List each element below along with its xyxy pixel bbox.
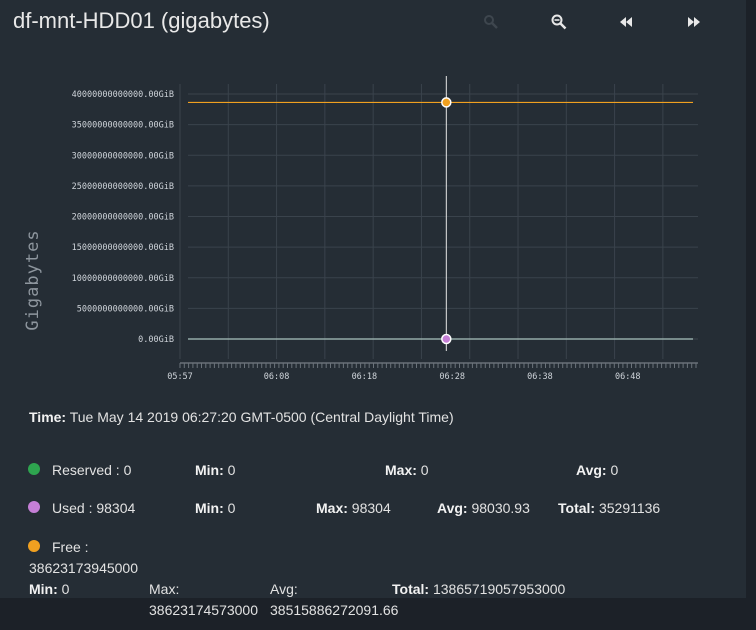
reserved-max-label: Max:: [385, 462, 417, 478]
y-tick-label: 40000000000000.00GiB: [72, 90, 174, 100]
reserved-legend-dot: [28, 463, 40, 475]
reserved-legend-name[interactable]: Reserved : 0: [52, 462, 131, 478]
y-tick-label: 10000000000000.00GiB: [72, 274, 174, 284]
reserved-avg-label: Avg:: [576, 462, 607, 478]
free-total: Total: 13865719057953000: [392, 581, 565, 597]
x-tick-label: 06:38: [527, 372, 553, 382]
free-max-value: 38623174573000: [149, 602, 259, 618]
free-legend-name[interactable]: Free :: [52, 539, 89, 555]
free-min: Min: 0: [29, 581, 69, 597]
y-tick-label: 30000000000000.00GiB: [72, 151, 174, 161]
free-total-value: 13865719057953000: [432, 581, 566, 597]
zoom-in-icon: [484, 15, 498, 29]
free-max-label: Max:: [149, 581, 180, 597]
x-tick-label: 05:57: [167, 372, 193, 382]
free-legend-dot: [28, 540, 40, 552]
used-max-value: 98304: [351, 500, 391, 516]
reserved-avg-value: 0: [610, 462, 619, 478]
y-axis-label: Gigabytes: [23, 229, 43, 330]
y-tick-label: 5000000000000.00GiB: [77, 304, 174, 314]
y-axis-ticks: 40000000000000.00GiB 35000000000000.00GiB…: [72, 90, 174, 345]
rewind-button[interactable]: [616, 12, 636, 32]
reserved-avg: Avg: 0: [576, 462, 618, 478]
used-total-label: Total:: [558, 500, 596, 516]
y-tick-label: 35000000000000.00GiB: [72, 121, 174, 131]
fast-forward-button[interactable]: [684, 12, 704, 32]
time-readout: Time: Tue May 14 2019 06:27:20 GMT-0500 …: [29, 409, 454, 425]
reserved-min-value: 0: [227, 462, 236, 478]
time-value: Tue May 14 2019 06:27:20 GMT-0500 (Centr…: [69, 409, 454, 425]
graph-title: df-mnt-HDD01 (gigabytes): [13, 8, 270, 33]
used-avg-value: 98030.93: [471, 500, 530, 516]
chart-series: [188, 76, 693, 351]
x-tick-label: 06:48: [615, 372, 641, 382]
free-total-label: Total:: [392, 581, 430, 597]
used-total-value: 35291136: [598, 500, 661, 516]
used-max-label: Max:: [316, 500, 348, 516]
y-tick-label: 20000000000000.00GiB: [72, 213, 174, 223]
rewind-icon: [620, 17, 632, 27]
cursor-point-free: [441, 97, 452, 108]
free-min-label: Min:: [29, 581, 58, 597]
used-max: Max: 98304: [316, 500, 391, 516]
used-total: Total: 35291136: [558, 500, 660, 516]
panel-gutter: [746, 0, 756, 598]
x-tick-label: 06:28: [439, 372, 465, 382]
y-tick-label: 0.00GiB: [138, 335, 174, 345]
zoom-in-button[interactable]: [481, 12, 501, 32]
free-avg-label: Avg:: [270, 581, 298, 597]
chart-grid: [179, 84, 698, 359]
reserved-min: Min: 0: [195, 462, 235, 478]
reserved-min-label: Min:: [195, 462, 224, 478]
used-legend-dot: [28, 501, 40, 513]
free-avg-value: 38515886272091.66: [270, 602, 399, 618]
time-label: Time:: [29, 409, 67, 425]
used-avg: Avg: 98030.93: [437, 500, 530, 516]
zoom-out-button[interactable]: [549, 12, 569, 32]
x-tick-label: 06:08: [264, 372, 290, 382]
y-tick-label: 15000000000000.00GiB: [72, 243, 174, 253]
fast-forward-icon: [688, 17, 700, 27]
free-min-value: 0: [61, 581, 70, 597]
y-tick-label: 25000000000000.00GiB: [72, 182, 174, 192]
free-current-value: 38623173945000: [29, 560, 139, 576]
reserved-max: Max: 0: [385, 462, 429, 478]
used-avg-label: Avg:: [437, 500, 468, 516]
x-axis-ticks: 05:57 06:08 06:18 06:28 06:38 06:48: [167, 362, 698, 382]
used-min-value: 0: [227, 500, 236, 516]
disk-usage-chart[interactable]: 40000000000000.00GiB 35000000000000.00GiB…: [0, 60, 746, 390]
used-min: Min: 0: [195, 500, 235, 516]
used-legend-name[interactable]: Used : 98304: [52, 500, 135, 516]
x-tick-label: 06:18: [352, 372, 378, 382]
reserved-max-value: 0: [420, 462, 429, 478]
zoom-out-icon: [551, 14, 567, 30]
cursor-point-used: [441, 333, 452, 345]
used-min-label: Min:: [195, 500, 224, 516]
